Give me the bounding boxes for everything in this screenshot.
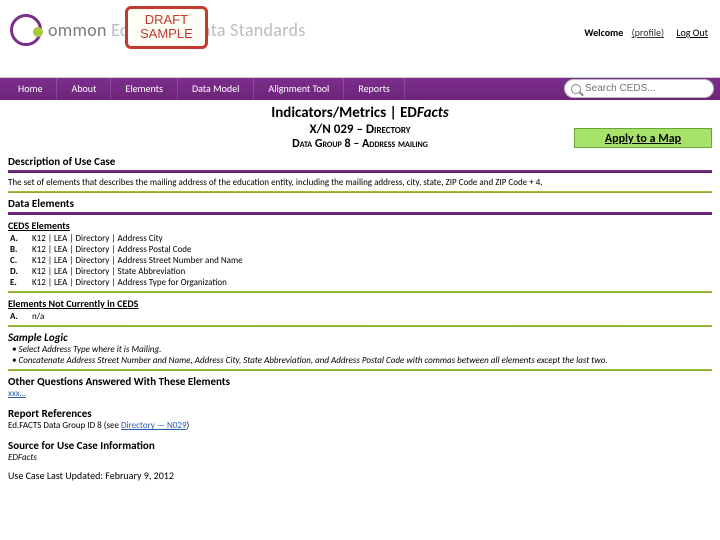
row-label: B. <box>8 244 32 255</box>
updated-section: Use Case Last Updated: February 9, 2012 <box>0 469 720 482</box>
draft-line1: DRAFT <box>140 13 193 27</box>
list-item: A.K12 | LEA | Directory | Address City <box>8 233 712 244</box>
list-item: Select Address Type where it is Mailing. <box>12 344 712 355</box>
search-icon <box>571 84 581 94</box>
ref-suffix: ) <box>187 420 190 431</box>
logo-icon <box>10 14 42 46</box>
welcome-area: Welcome (profile) Log Out <box>584 26 708 39</box>
not-in-ceds-head: Elements Not Currently in CEDS <box>8 297 712 310</box>
row-text: K12 | LEA | Directory | Address Postal C… <box>32 244 192 255</box>
logo-text-prefix: ommon <box>48 19 111 41</box>
divider <box>8 170 712 173</box>
nav-data-model[interactable]: Data Model <box>178 78 254 100</box>
profile-link[interactable]: (profile) <box>632 26 664 39</box>
draft-stamp: DRAFT SAMPLE <box>125 6 208 49</box>
draft-line2: SAMPLE <box>140 27 193 41</box>
row-label: D. <box>8 266 32 277</box>
other-questions-section: Other Questions Answered With These Elem… <box>0 369 720 399</box>
divider <box>8 191 712 193</box>
row-text: K12 | LEA | Directory | Address Type for… <box>32 277 227 288</box>
nav-elements[interactable]: Elements <box>111 78 178 100</box>
nav-reports[interactable]: Reports <box>344 78 405 100</box>
title-l1a: Indicators/Metrics | ED <box>271 104 417 122</box>
divider <box>8 291 712 293</box>
list-item: B.K12 | LEA | Directory | Address Postal… <box>8 244 712 255</box>
sample-logic-list: Select Address Type where it is Mailing.… <box>8 344 712 366</box>
header: ommon Education Data Standards DRAFT SAM… <box>0 0 720 78</box>
title-l1b: Facts <box>417 104 449 122</box>
sample-logic-section: Sample Logic Select Address Type where i… <box>0 325 720 366</box>
list-item: D.K12 | LEA | Directory | State Abbrevia… <box>8 266 712 277</box>
ref-prefix: Ed.FACTS Data Group ID 8 (see <box>8 420 121 431</box>
list-item: A.n/a <box>8 311 712 322</box>
nav-home[interactable]: Home <box>4 78 57 100</box>
row-text: K12 | LEA | Directory | Address Street N… <box>32 255 243 266</box>
list-item: E.K12 | LEA | Directory | Address Type f… <box>8 277 712 288</box>
source-text: EDFacts <box>8 452 712 463</box>
divider <box>8 212 712 215</box>
row-label: C. <box>8 255 32 266</box>
divider <box>8 369 712 371</box>
other-questions-head: Other Questions Answered With These Elem… <box>8 375 712 388</box>
sample-logic-head: Sample Logic <box>8 331 712 344</box>
ceds-elements-head: CEDS Elements <box>8 219 712 232</box>
source-section: Source for Use Case Information EDFacts <box>0 439 720 463</box>
search-box[interactable] <box>564 79 714 98</box>
report-references-head: Report References <box>8 407 712 420</box>
row-label: A. <box>8 311 32 322</box>
report-references-section: Report References Ed.FACTS Data Group ID… <box>0 407 720 431</box>
description-section: Description of Use Case The set of eleme… <box>0 155 720 188</box>
data-elements-head: Data Elements <box>8 197 712 210</box>
logout-link[interactable]: Log Out <box>676 26 708 39</box>
report-reference-link[interactable]: Directory — N029 <box>121 420 187 431</box>
row-text: K12 | LEA | Directory | Address City <box>32 233 163 244</box>
nav-about[interactable]: About <box>57 78 111 100</box>
ceds-elements-list: A.K12 | LEA | Directory | Address City B… <box>8 233 712 288</box>
title-row: Indicators/Metrics | EDFacts X/N 029 – D… <box>0 100 720 151</box>
row-label: E. <box>8 277 32 288</box>
apply-to-map-button[interactable]: Apply to a Map <box>574 128 712 148</box>
other-questions-link[interactable]: xxx… <box>8 388 712 399</box>
description-text: The set of elements that describes the m… <box>8 177 712 188</box>
list-item: Concatenate Address Street Number and Na… <box>12 355 712 366</box>
data-elements-section: Data Elements CEDS Elements A.K12 | LEA … <box>0 191 720 322</box>
nav-bar: Home About Elements Data Model Alignment… <box>0 78 720 100</box>
description-head: Description of Use Case <box>8 155 712 168</box>
title-line1: Indicators/Metrics | EDFacts <box>8 104 712 122</box>
row-text: n/a <box>32 311 44 322</box>
row-text: K12 | LEA | Directory | State Abbreviati… <box>32 266 185 277</box>
nav-alignment-tool[interactable]: Alignment Tool <box>254 78 344 100</box>
row-label: A. <box>8 233 32 244</box>
source-head: Source for Use Case Information <box>8 439 712 452</box>
search-input[interactable] <box>585 83 695 94</box>
welcome-label: Welcome <box>584 26 623 39</box>
list-item: C.K12 | LEA | Directory | Address Street… <box>8 255 712 266</box>
not-in-ceds-list: A.n/a <box>8 311 712 322</box>
updated-text: Use Case Last Updated: February 9, 2012 <box>8 469 712 482</box>
report-reference-line: Ed.FACTS Data Group ID 8 (see Directory … <box>8 420 712 431</box>
divider <box>8 325 712 327</box>
